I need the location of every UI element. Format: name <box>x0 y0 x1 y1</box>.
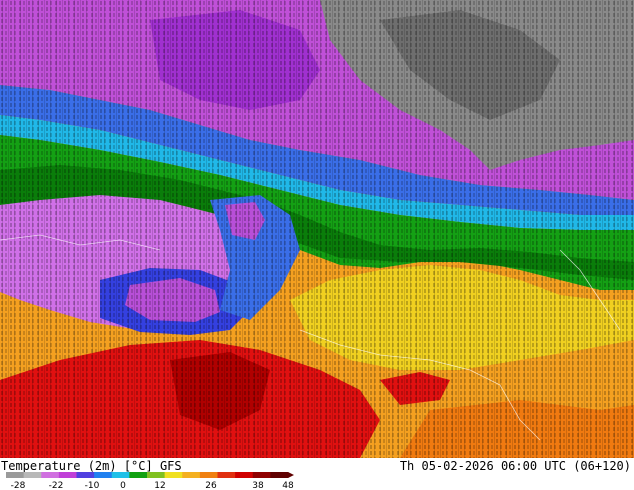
map-footer: Temperature (2m) [°C] GFS Th 05-02-2026 … <box>0 458 634 490</box>
scale-swatch <box>76 472 95 478</box>
scale-tick-label: 0 <box>120 481 126 490</box>
scale-tick-label: 38 <box>252 481 264 490</box>
scale-swatch <box>129 472 148 478</box>
scale-arrow <box>288 472 294 478</box>
scale-swatch <box>182 472 201 478</box>
scale-swatch <box>94 472 113 478</box>
scale-swatch <box>58 472 77 478</box>
value-label-grid-fine <box>0 0 634 458</box>
scale-swatch <box>23 472 42 478</box>
scale-swatch <box>6 472 25 478</box>
temperature-map <box>0 0 634 458</box>
scale-swatch <box>147 472 166 478</box>
scale-swatch <box>41 472 60 478</box>
forecast-datetime: Th 05-02-2026 06:00 UTC (06+120) <box>399 459 631 473</box>
scale-swatch <box>235 472 254 478</box>
map-title: Temperature (2m) [°C] GFS <box>1 459 182 473</box>
scale-tick-label: -22 <box>49 481 64 490</box>
scale-swatch <box>217 472 236 478</box>
scale-tick-label: 26 <box>205 481 217 490</box>
scale-swatch <box>111 472 130 478</box>
scale-swatch <box>199 472 218 478</box>
scale-swatch <box>252 472 271 478</box>
scale-tick-label: 48 <box>282 481 294 490</box>
temperature-color-scale: -28 -22 -10 0 12 26 38 48 <box>6 472 294 490</box>
scale-tick-label: -10 <box>85 481 100 490</box>
scale-tick-label: -28 <box>11 481 26 490</box>
scale-tick-label: 12 <box>154 481 165 490</box>
scale-swatch <box>164 472 183 478</box>
scale-swatch <box>270 472 289 478</box>
